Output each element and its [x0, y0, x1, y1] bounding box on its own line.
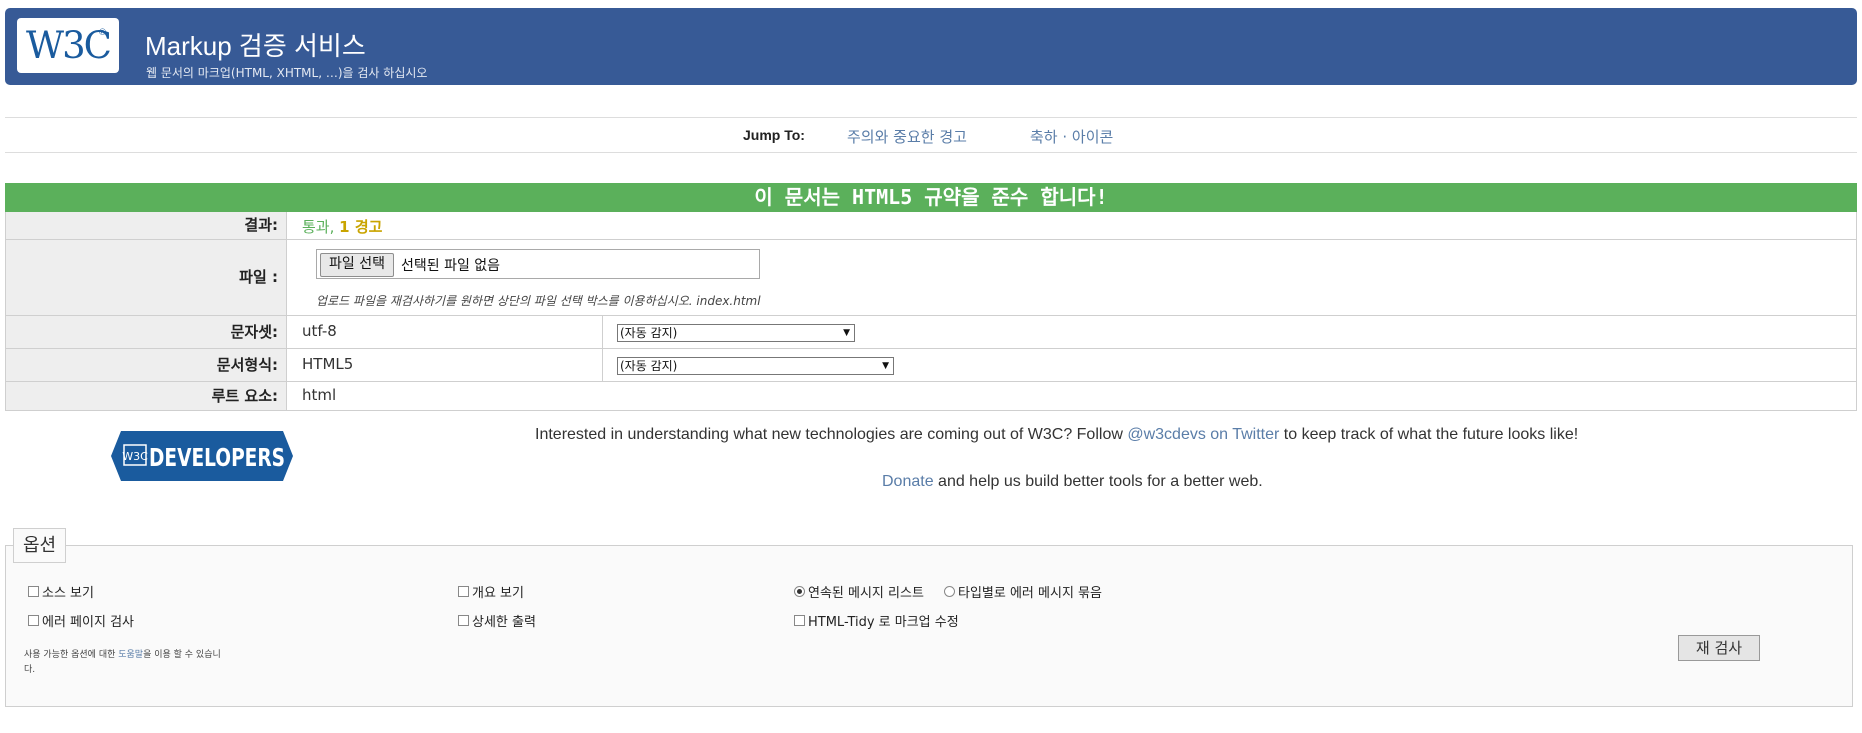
- donate-text: Donate and help us build better tools fo…: [882, 473, 1263, 491]
- root-value: html: [302, 386, 337, 404]
- help-text-prefix: 사용 가능한 옵션에 대한: [24, 650, 119, 660]
- option-show-outline[interactable]: 개요 보기: [458, 582, 524, 601]
- error-pages-label: 에러 페이지 검사: [42, 615, 134, 630]
- registered-mark: ®: [98, 28, 107, 38]
- file-label: 파일 :: [6, 240, 287, 315]
- recheck-button[interactable]: 재 검사: [1678, 635, 1760, 661]
- header-banner: W3C ® Markup 검증 서비스 웹 문서의 마크업(HTML, XHTM…: [5, 8, 1857, 85]
- options-legend: 옵션: [13, 528, 67, 563]
- doctype-value: HTML5: [302, 355, 354, 373]
- page-title[interactable]: Markup 검증 서비스: [145, 26, 366, 63]
- file-input[interactable]: 파일 선택 선택된 파일 없음: [316, 249, 760, 279]
- promo-text-suffix: to keep track of what the future looks l…: [1279, 426, 1579, 443]
- result-pass: 통과,: [302, 218, 335, 236]
- option-tidy[interactable]: HTML-Tidy 로 마크업 수정: [794, 611, 959, 630]
- file-hint: 업로드 파일을 재검사하기를 원하면 상단의 파일 선택 박스를 이용하십시오.…: [316, 294, 761, 308]
- error-pages-checkbox[interactable]: [28, 615, 39, 626]
- donate-text-suffix: and help us build better tools for a bet…: [933, 473, 1263, 490]
- option-show-source[interactable]: 소스 보기: [28, 582, 94, 601]
- result-row: 결과: 통과, 1 경고: [6, 212, 1856, 239]
- charset-row: 문자셋: utf-8 (자동 감지) ▼: [6, 315, 1856, 348]
- show-outline-label: 개요 보기: [472, 586, 524, 601]
- jump-bar: Jump To: 주의와 중요한 경고 축하 · 아이콘: [5, 117, 1857, 153]
- file-row: 파일 : 파일 선택 선택된 파일 없음 업로드 파일을 재검사하기를 원하면 …: [6, 239, 1856, 315]
- file-status: 선택된 파일 없음: [401, 258, 501, 274]
- tidy-checkbox[interactable]: [794, 615, 805, 626]
- charset-select-value: (자동 감지): [620, 326, 678, 340]
- chevron-down-icon: ▼: [882, 361, 889, 371]
- options-help-text: 사용 가능한 옵션에 대한 도움말을 이용 할 수 있습니다.: [24, 648, 224, 678]
- option-verbose[interactable]: 상세한 출력: [458, 611, 536, 630]
- show-outline-checkbox[interactable]: [458, 586, 469, 597]
- show-source-label: 소스 보기: [42, 586, 94, 601]
- twitter-link[interactable]: @w3cdevs on Twitter: [1127, 426, 1279, 443]
- doctype-label: 문서형식:: [6, 349, 287, 381]
- valid-banner: 이 문서는 HTML5 규약을 준수 합니다!: [5, 183, 1857, 212]
- file-choose-button[interactable]: 파일 선택: [320, 253, 394, 277]
- show-source-checkbox[interactable]: [28, 586, 39, 597]
- help-link[interactable]: 도움말: [118, 650, 143, 660]
- devlogo-text: DEVELOPERS: [149, 443, 285, 472]
- chevron-down-icon: ▼: [843, 328, 850, 338]
- page-subtitle: 웹 문서의 마크업(HTML, XHTML, …)을 검사 하십시오: [146, 66, 428, 80]
- list-sequential-label: 연속된 메시지 리스트: [808, 586, 924, 601]
- jump-link-warnings[interactable]: 주의와 중요한 경고: [847, 126, 967, 147]
- result-label: 결과:: [6, 212, 287, 239]
- doctype-row: 문서형식: HTML5 (자동 감지) ▼: [6, 348, 1856, 381]
- group-by-type-radio[interactable]: [944, 586, 955, 597]
- charset-select[interactable]: (자동 감지) ▼: [617, 324, 855, 342]
- promo-text-prefix: Interested in understanding what new tec…: [535, 426, 1128, 443]
- tidy-label: HTML-Tidy 로 마크업 수정: [808, 615, 959, 630]
- result-value: 통과, 1 경고: [302, 216, 382, 237]
- verbose-checkbox[interactable]: [458, 615, 469, 626]
- root-label: 루트 요소:: [6, 382, 287, 410]
- w3c-logo[interactable]: W3C ®: [17, 18, 119, 73]
- promo-text: Interested in understanding what new tec…: [535, 426, 1578, 444]
- doctype-select[interactable]: (자동 감지) ▼: [617, 357, 894, 375]
- donate-link[interactable]: Donate: [882, 473, 934, 490]
- option-list-sequential[interactable]: 연속된 메시지 리스트: [794, 582, 924, 601]
- result-warning-count[interactable]: 1 경고: [339, 218, 382, 236]
- doctype-select-value: (자동 감지): [620, 359, 678, 373]
- column-divider: [602, 316, 603, 348]
- charset-value: utf-8: [302, 322, 337, 340]
- verbose-label: 상세한 출력: [472, 615, 536, 630]
- option-group-by-type[interactable]: 타입별로 에러 메시지 묶음: [944, 582, 1102, 601]
- jump-link-congrats[interactable]: 축하 · 아이콘: [1030, 126, 1113, 147]
- group-by-type-label: 타입별로 에러 메시지 묶음: [958, 586, 1102, 601]
- jump-label: Jump To:: [743, 127, 805, 143]
- charset-label: 문자셋:: [6, 316, 287, 348]
- option-error-pages[interactable]: 에러 페이지 검사: [28, 611, 134, 630]
- root-row: 루트 요소: html: [6, 381, 1856, 410]
- w3c-developers-logo[interactable]: W3C DEVELOPERS: [111, 431, 293, 481]
- result-table: 결과: 통과, 1 경고 파일 : 파일 선택 선택된 파일 없음 업로드 파일…: [5, 212, 1857, 411]
- list-sequential-radio[interactable]: [794, 586, 805, 597]
- column-divider: [602, 349, 603, 381]
- devlogo-w3c: W3C: [122, 450, 148, 463]
